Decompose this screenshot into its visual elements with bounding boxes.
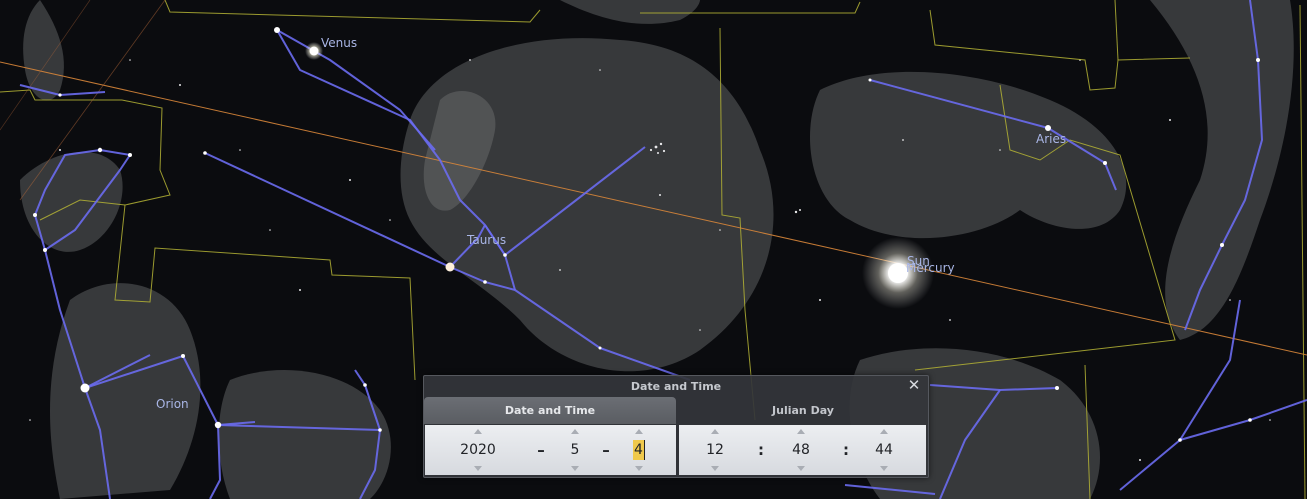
date-time-dialog: Date and Time ✕ Date and Time Julian Day… [423,375,929,478]
time-fields: 12 : 48 : 44 [679,425,926,475]
minute-value[interactable]: 48 [771,440,831,460]
date-fields: 2020 – 5 – 4 [425,425,676,475]
year-decrement-icon[interactable] [474,466,482,471]
dialog-title[interactable]: Date and Time [424,378,928,395]
year-increment-icon[interactable] [474,429,482,434]
minute-increment-icon[interactable] [797,429,805,434]
year-value[interactable]: 2020 [448,440,508,460]
month-decrement-icon[interactable] [571,466,579,471]
hour-spinbox[interactable]: 12 [685,425,745,475]
month-value[interactable]: 5 [545,440,605,460]
venus-label: Venus [321,36,358,50]
hour-increment-icon[interactable] [711,429,719,434]
day-value[interactable]: 4 [609,440,669,460]
month-increment-icon[interactable] [571,429,579,434]
tab-date-and-time[interactable]: Date and Time [424,397,676,424]
tab-julian-day[interactable]: Julian Day [678,397,928,424]
minute-decrement-icon[interactable] [797,466,805,471]
year-spinbox[interactable]: 2020 [448,425,508,475]
orion-label: Orion [156,397,189,411]
second-increment-icon[interactable] [880,429,888,434]
hour-value[interactable]: 12 [685,440,745,460]
day-increment-icon[interactable] [635,429,643,434]
close-icon[interactable]: ✕ [906,376,922,394]
taurus-label: Taurus [467,233,507,247]
time-separator: : [843,441,849,459]
second-decrement-icon[interactable] [880,466,888,471]
month-spinbox[interactable]: 5 [545,425,605,475]
minute-spinbox[interactable]: 48 [771,425,831,475]
day-value-text[interactable]: 4 [633,440,645,460]
aries-label: Aries [1036,132,1067,146]
day-decrement-icon[interactable] [635,466,643,471]
second-value[interactable]: 44 [854,440,914,460]
time-separator: : [758,441,764,459]
second-spinbox[interactable]: 44 [854,425,914,475]
day-spinbox[interactable]: 4 [609,425,669,475]
mercury-label: Mercury [906,261,955,275]
hour-decrement-icon[interactable] [711,466,719,471]
